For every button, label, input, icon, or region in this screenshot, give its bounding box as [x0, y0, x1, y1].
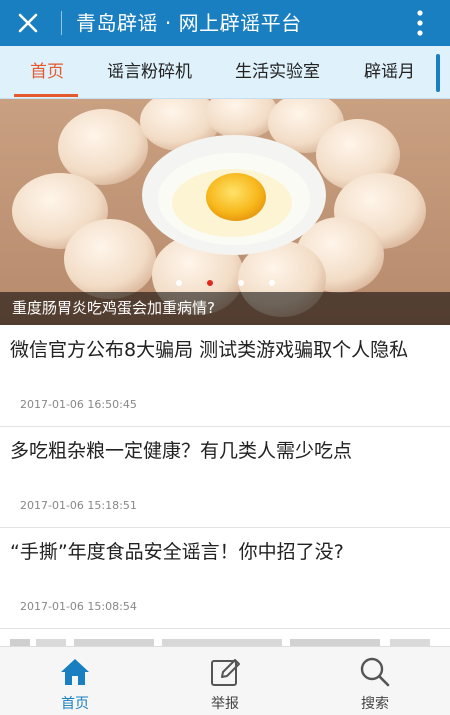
carousel-dot[interactable] — [238, 280, 244, 286]
list-item[interactable]: “手撕”年度食品安全谣言！你中招了没? 2017-01-06 15:08:54 — [0, 528, 450, 629]
tab-life-lab[interactable]: 生活实验室 — [235, 46, 320, 98]
active-tab-indicator — [14, 94, 78, 97]
title-divider — [61, 11, 62, 35]
banner-caption[interactable]: 重度肠胃炎吃鸡蛋会加重病情? — [12, 292, 215, 325]
carousel-dot[interactable] — [269, 280, 275, 286]
article-title[interactable]: 微信官方公布8大骗局 测试类游戏骗取个人隐私 — [10, 336, 438, 364]
nav-report[interactable]: 举报 — [180, 647, 270, 715]
page-title: 青岛辟谣 · 网上辟谣平台 — [76, 11, 302, 35]
article-title[interactable]: 多吃粗杂粮一定健康？有几类人需少吃点 — [10, 437, 438, 465]
nav-report-label: 举报 — [211, 696, 239, 712]
category-tabs: 首页 谣言粉碎机 生活实验室 辟谣月 — [0, 46, 450, 99]
tab-debunk-month[interactable]: 辟谣月 — [364, 46, 415, 98]
article-time: 2017-01-06 15:08:54 — [20, 600, 137, 613]
nav-search[interactable]: 搜索 — [330, 647, 420, 715]
close-icon[interactable] — [16, 11, 40, 35]
edit-icon — [211, 659, 240, 686]
more-vertical-icon[interactable] — [408, 8, 432, 38]
tab-rumor-crusher[interactable]: 谣言粉碎机 — [107, 46, 192, 98]
carousel-dot[interactable] — [176, 280, 182, 286]
article-title[interactable]: “手撕”年度食品安全谣言！你中招了没? — [10, 538, 438, 566]
list-item[interactable]: 多吃粗杂粮一定健康？有几类人需少吃点 2017-01-06 15:18:51 — [0, 427, 450, 528]
banner-caption-bar: 重度肠胃炎吃鸡蛋会加重病情? — [0, 292, 450, 325]
search-icon — [360, 657, 390, 687]
home-icon — [61, 659, 89, 685]
carousel-dots — [176, 280, 276, 288]
article-time: 2017-01-06 16:50:45 — [20, 398, 137, 411]
nav-home[interactable]: 首页 — [30, 647, 120, 715]
banner-carousel[interactable]: 重度肠胃炎吃鸡蛋会加重病情? — [0, 99, 450, 325]
partial-text-fragment — [10, 639, 430, 646]
tab-home[interactable]: 首页 — [30, 46, 64, 98]
carousel-dot-active[interactable] — [207, 280, 213, 286]
nav-search-label: 搜索 — [361, 696, 389, 712]
list-item[interactable]: 微信官方公布8大骗局 测试类游戏骗取个人隐私 2017-01-06 16:50:… — [0, 326, 450, 427]
list-item-partial[interactable] — [0, 633, 450, 646]
nav-home-label: 首页 — [61, 696, 89, 712]
app-bar: 青岛辟谣 · 网上辟谣平台 — [0, 0, 450, 46]
article-time: 2017-01-06 15:18:51 — [20, 499, 137, 512]
bottom-nav: 首页 举报 搜索 — [0, 646, 450, 715]
tabs-scroll-indicator — [436, 54, 440, 92]
